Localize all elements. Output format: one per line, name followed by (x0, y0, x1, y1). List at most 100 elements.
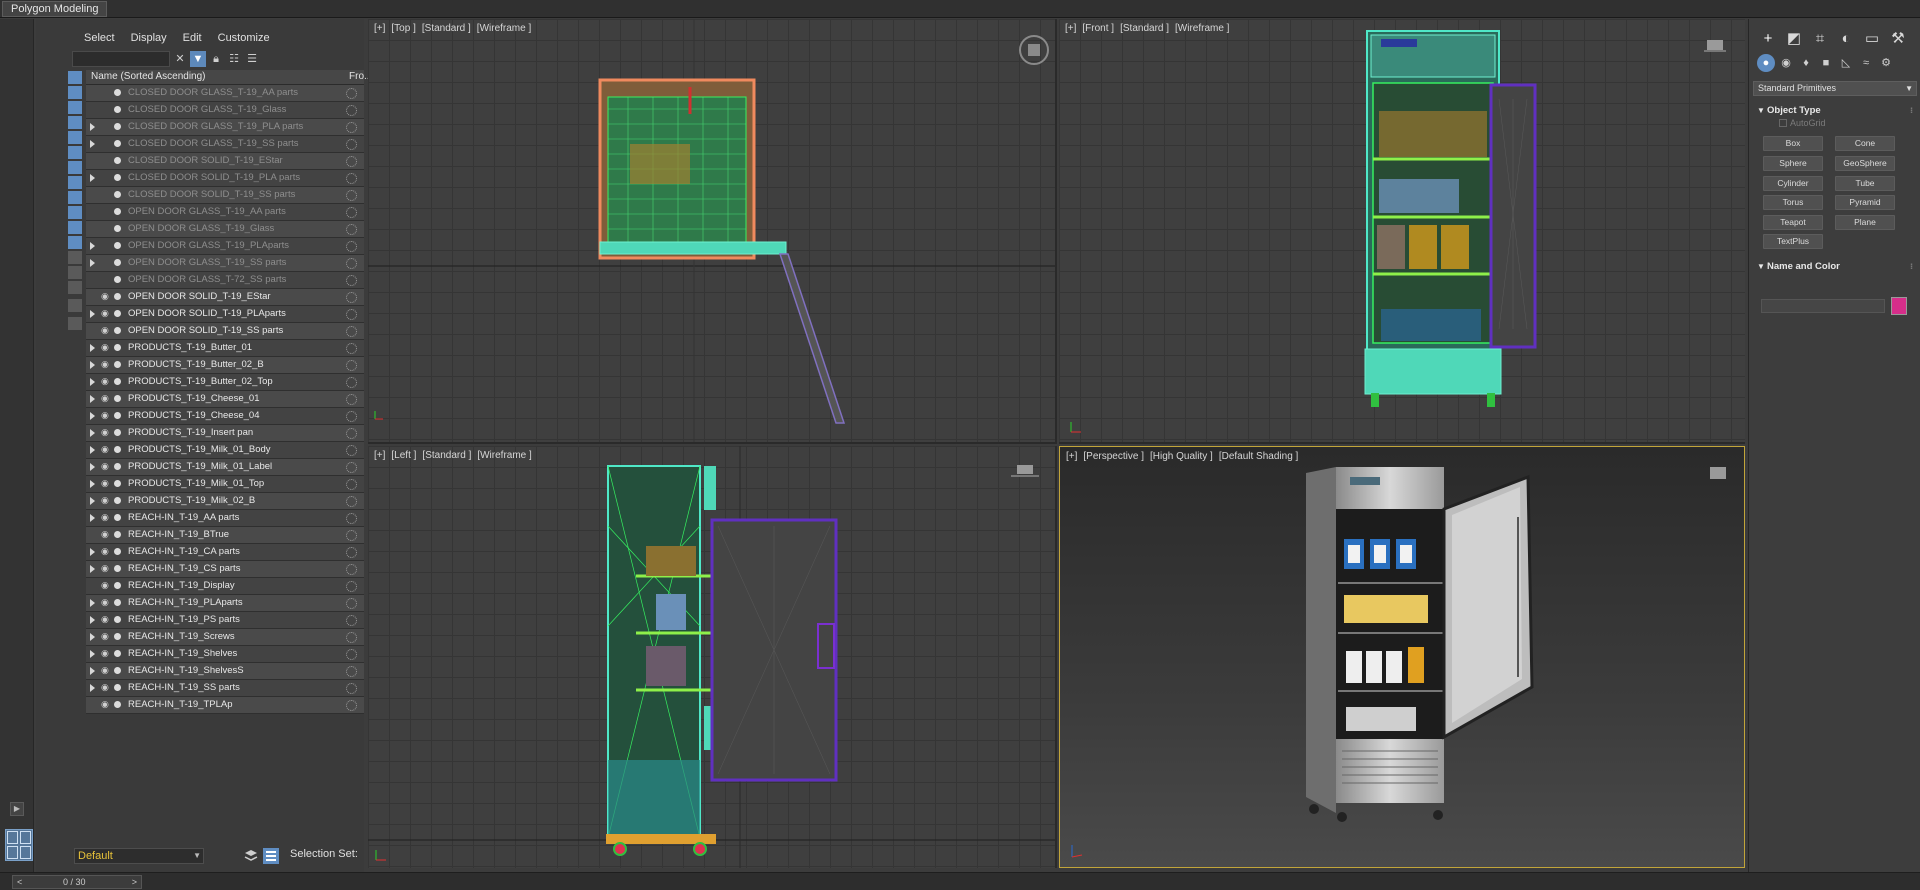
freeze-icon[interactable] (346, 547, 357, 558)
list-item[interactable]: OPEN DOOR GLASS_T-19_AA parts (86, 204, 364, 221)
freeze-icon[interactable] (346, 156, 357, 167)
visibility-eye-icon[interactable]: ◉ (101, 359, 111, 370)
autogrid-checkbox[interactable]: AutoGrid (1779, 118, 1826, 128)
list-item[interactable]: CLOSED DOOR GLASS_T-19_PLA parts (86, 119, 364, 136)
expand-arrow-icon[interactable] (90, 242, 95, 250)
explorer-search-input[interactable] (72, 51, 170, 67)
list-item[interactable]: ◉ PRODUCTS_T-19_Butter_01 (86, 340, 364, 357)
list-item[interactable]: OPEN DOOR GLASS_T-19_PLAparts (86, 238, 364, 255)
list-item[interactable]: ◉ REACH-IN_T-19_Screws (86, 629, 364, 646)
object-type-rollout[interactable]: ▼ Object Type ⁝ (1753, 103, 1917, 118)
visibility-eye-icon[interactable]: ◉ (101, 308, 111, 319)
motion-tab-icon[interactable]: ◐ (1835, 29, 1857, 49)
freeze-icon[interactable] (346, 462, 357, 473)
play-icon[interactable]: ▶ (10, 802, 24, 816)
filter-hidden-icon[interactable] (68, 236, 82, 249)
freeze-icon[interactable] (346, 666, 357, 677)
filter-groups-icon[interactable] (68, 161, 82, 174)
list-item[interactable]: ◉ REACH-IN_T-19_PLAparts (86, 595, 364, 612)
list-item[interactable]: ◉ PRODUCTS_T-19_Butter_02_B (86, 357, 364, 374)
list-item[interactable]: CLOSED DOOR GLASS_T-19_Glass (86, 102, 364, 119)
list-item[interactable]: ◉ REACH-IN_T-19_SS parts (86, 680, 364, 697)
expand-arrow-icon[interactable] (90, 259, 95, 267)
expand-arrow-icon[interactable] (90, 548, 95, 556)
filter-spacewarps-icon[interactable] (68, 146, 82, 159)
menu-edit[interactable]: Edit (175, 28, 210, 48)
freeze-icon[interactable] (346, 581, 357, 592)
expand-arrow-icon[interactable] (90, 395, 95, 403)
visibility-eye-icon[interactable]: ◉ (101, 478, 111, 489)
box-button[interactable]: Box (1763, 136, 1823, 151)
viewport-left[interactable]: [+] [Left ] [Standard ] [Wireframe ] (368, 446, 1057, 868)
visibility-eye-icon[interactable]: ◉ (101, 580, 111, 591)
freeze-icon[interactable] (346, 496, 357, 507)
list-item[interactable]: ◉ REACH-IN_T-19_TPLAp (86, 697, 364, 714)
freeze-icon[interactable] (346, 139, 357, 150)
visibility-eye-icon[interactable]: ◉ (101, 376, 111, 387)
next-frame-button[interactable]: > (132, 876, 137, 888)
expand-arrow-icon[interactable] (90, 514, 95, 522)
list-item[interactable]: ◉ REACH-IN_T-19_BTrue (86, 527, 364, 544)
list-item[interactable]: ◉ OPEN DOOR SOLID_T-19_SS parts (86, 323, 364, 340)
geometry-icon[interactable]: ● (1757, 54, 1775, 72)
visibility-eye-icon[interactable]: ◉ (101, 665, 111, 676)
filter-all-icon[interactable] (68, 251, 82, 264)
list-item[interactable]: ◉ PRODUCTS_T-19_Insert pan (86, 425, 364, 442)
hierarchy-tab-icon[interactable]: ⌗ (1809, 29, 1831, 49)
geosphere-button[interactable]: GeoSphere (1835, 156, 1895, 171)
filter-icon[interactable]: ▼ (190, 51, 206, 67)
freeze-icon[interactable] (346, 343, 357, 354)
expand-arrow-icon[interactable] (90, 599, 95, 607)
freeze-icon[interactable] (346, 649, 357, 660)
expand-arrow-icon[interactable] (90, 446, 95, 454)
pyramid-button[interactable]: Pyramid (1835, 195, 1895, 210)
visibility-eye-icon[interactable]: ◉ (101, 393, 111, 404)
display-tab-icon[interactable]: ▭ (1861, 29, 1883, 49)
layer-hierarchy-icon[interactable]: ☰ (244, 51, 260, 67)
viewport-top[interactable]: [+] [Top ] [Standard ] [Wireframe ] (368, 19, 1057, 444)
plane-button[interactable]: Plane (1835, 215, 1895, 230)
sphere-button[interactable]: Sphere (1763, 156, 1823, 171)
list-item[interactable]: ◉ REACH-IN_T-19_Shelves (86, 646, 364, 663)
list-item[interactable]: CLOSED DOOR GLASS_T-19_AA parts (86, 85, 364, 102)
filter-bones-icon[interactable] (68, 191, 82, 204)
freeze-icon[interactable] (346, 88, 357, 99)
visibility-eye-icon[interactable]: ◉ (101, 291, 111, 302)
spacewarps-icon[interactable]: ≈ (1857, 54, 1875, 72)
menu-display[interactable]: Display (123, 28, 175, 48)
layers-icon[interactable] (242, 847, 260, 865)
filter-frozen-icon[interactable] (68, 221, 82, 234)
expand-arrow-icon[interactable] (90, 123, 95, 131)
list-item[interactable]: ◉ REACH-IN_T-19_CA parts (86, 544, 364, 561)
list-item[interactable]: ◉ PRODUCTS_T-19_Butter_02_Top (86, 374, 364, 391)
expand-arrow-icon[interactable] (90, 497, 95, 505)
list-item[interactable]: ◉ REACH-IN_T-19_ShelvesS (86, 663, 364, 680)
list-item[interactable]: CLOSED DOOR SOLID_T-19_SS parts (86, 187, 364, 204)
list-item[interactable]: ◉ OPEN DOOR SOLID_T-19_EStar (86, 289, 364, 306)
visibility-eye-icon[interactable]: ◉ (101, 699, 111, 710)
torus-button[interactable]: Torus (1763, 195, 1823, 210)
freeze-icon[interactable] (346, 326, 357, 337)
visibility-eye-icon[interactable]: ◉ (101, 631, 111, 642)
expand-arrow-icon[interactable] (90, 140, 95, 148)
freeze-icon[interactable] (346, 683, 357, 694)
cameras-icon[interactable]: ■ (1817, 54, 1835, 72)
list-item[interactable]: ◉ PRODUCTS_T-19_Milk_01_Top (86, 476, 364, 493)
list-item[interactable]: OPEN DOOR GLASS_T-19_SS parts (86, 255, 364, 272)
lights-icon[interactable]: ♦ (1797, 54, 1815, 72)
layer-dropdown[interactable]: Default ▼ (74, 848, 204, 864)
freeze-icon[interactable] (346, 122, 357, 133)
list-item[interactable]: CLOSED DOOR SOLID_T-19_EStar (86, 153, 364, 170)
filter-helpers-icon[interactable] (68, 131, 82, 144)
prev-frame-button[interactable]: < (17, 876, 22, 888)
filter-cameras-icon[interactable] (68, 116, 82, 129)
expand-arrow-icon[interactable] (90, 344, 95, 352)
expand-arrow-icon[interactable] (90, 378, 95, 386)
expand-arrow-icon[interactable] (90, 361, 95, 369)
freeze-icon[interactable] (346, 700, 357, 711)
primitive-category-dropdown[interactable]: Standard Primitives ▼ (1753, 81, 1917, 96)
list-item[interactable]: ◉ PRODUCTS_T-19_Milk_02_B (86, 493, 364, 510)
viewcube-icon[interactable] (1707, 465, 1729, 479)
list-item[interactable]: OPEN DOOR GLASS_T-19_Glass (86, 221, 364, 238)
viewport-layout-icon[interactable] (5, 829, 33, 861)
